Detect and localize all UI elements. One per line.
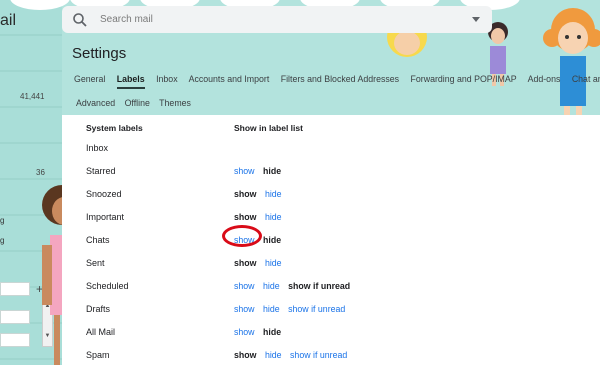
- show-link[interactable]: show: [234, 281, 255, 291]
- show-link[interactable]: show: [234, 304, 255, 314]
- sidebar-input[interactable]: [0, 310, 30, 324]
- tab-accounts-and-import[interactable]: Accounts and Import: [189, 74, 270, 84]
- settings-tabs: General Labels Inbox Accounts and Import…: [74, 74, 600, 89]
- label-options: show hide show if unread: [234, 281, 356, 291]
- app-title-fragment: ail: [0, 12, 17, 29]
- label-row-important: Important: [86, 212, 125, 222]
- red-circle-annotation: [222, 225, 262, 247]
- label-row-scheduled: Scheduled: [86, 281, 129, 291]
- tab-filters-and-blocked-addresses[interactable]: Filters and Blocked Addresses: [281, 74, 399, 84]
- label-options: show hide: [234, 258, 288, 268]
- page-title: Settings: [72, 45, 127, 62]
- label-options: show hide: [234, 166, 287, 176]
- sidebar-input[interactable]: [0, 282, 30, 296]
- show-link[interactable]: show: [234, 327, 255, 337]
- column-header-show-in-label-list: Show in label list: [234, 123, 303, 133]
- label-row-all-mail: All Mail: [86, 327, 116, 337]
- tab-inbox[interactable]: Inbox: [156, 74, 178, 84]
- hide-option-selected: hide: [263, 235, 282, 245]
- sidebar-input[interactable]: [0, 333, 30, 347]
- tab-general[interactable]: General: [74, 74, 105, 84]
- label-row-chats: Chats: [86, 235, 110, 245]
- tab-advanced[interactable]: Advanced: [76, 98, 115, 108]
- show-if-unread-link[interactable]: show if unread: [288, 304, 345, 314]
- column-header-system-labels: System labels: [86, 123, 143, 133]
- show-option-selected: show: [234, 258, 257, 268]
- hide-link[interactable]: hide: [265, 350, 282, 360]
- show-if-unread-link[interactable]: show if unread: [290, 350, 347, 360]
- label-options: show hide: [234, 327, 287, 337]
- label-row-sent: Sent: [86, 258, 105, 268]
- tab-labels[interactable]: Labels: [116, 74, 145, 89]
- tab-forwarding-and-pop-imap[interactable]: Forwarding and POP/IMAP: [411, 74, 517, 84]
- settings-tabs-row-2: Advanced Offline Themes: [76, 98, 198, 108]
- tab-chat-and-meet[interactable]: Chat and: [572, 74, 600, 84]
- label-row-spam: Spam: [86, 350, 110, 360]
- character-illustration-right: [543, 8, 600, 115]
- hide-link[interactable]: hide: [265, 258, 282, 268]
- show-link[interactable]: show: [234, 166, 255, 176]
- show-option-selected: show: [234, 350, 257, 360]
- search-input[interactable]: Search mail: [100, 14, 472, 25]
- label-row-inbox: Inbox: [86, 143, 109, 153]
- hide-link[interactable]: hide: [263, 304, 280, 314]
- tab-themes[interactable]: Themes: [159, 98, 191, 108]
- inbox-count: 41,441: [20, 92, 45, 101]
- tab-add-ons[interactable]: Add-ons: [528, 74, 561, 84]
- hide-link[interactable]: hide: [263, 281, 280, 291]
- hide-link[interactable]: hide: [265, 212, 282, 222]
- sidebar-item-fragment[interactable]: g: [0, 236, 4, 245]
- search-bar[interactable]: Search mail: [62, 6, 492, 33]
- label-options: show hide: [234, 189, 288, 199]
- hide-link[interactable]: hide: [265, 189, 282, 199]
- label-options: show hide show if unread: [234, 304, 351, 314]
- hide-option-selected: hide: [263, 327, 282, 337]
- label-row-snoozed: Snoozed: [86, 189, 122, 199]
- search-icon[interactable]: [72, 12, 88, 28]
- show-if-unread-option-selected: show if unread: [288, 281, 351, 291]
- label-options: show hide show if unread: [234, 350, 353, 360]
- label-options: show hide: [234, 212, 288, 222]
- show-option-selected: show: [234, 189, 257, 199]
- sidebar-item-fragment[interactable]: g: [0, 216, 4, 225]
- hide-option-selected: hide: [263, 166, 282, 176]
- show-option-selected: show: [234, 212, 257, 222]
- search-options-chevron-down-icon[interactable]: [472, 17, 480, 22]
- labels-settings-panel: System labels Show in label list Inbox S…: [62, 115, 600, 365]
- label-row-drafts: Drafts: [86, 304, 111, 314]
- label-row-starred: Starred: [86, 166, 116, 176]
- tab-offline[interactable]: Offline: [125, 98, 150, 108]
